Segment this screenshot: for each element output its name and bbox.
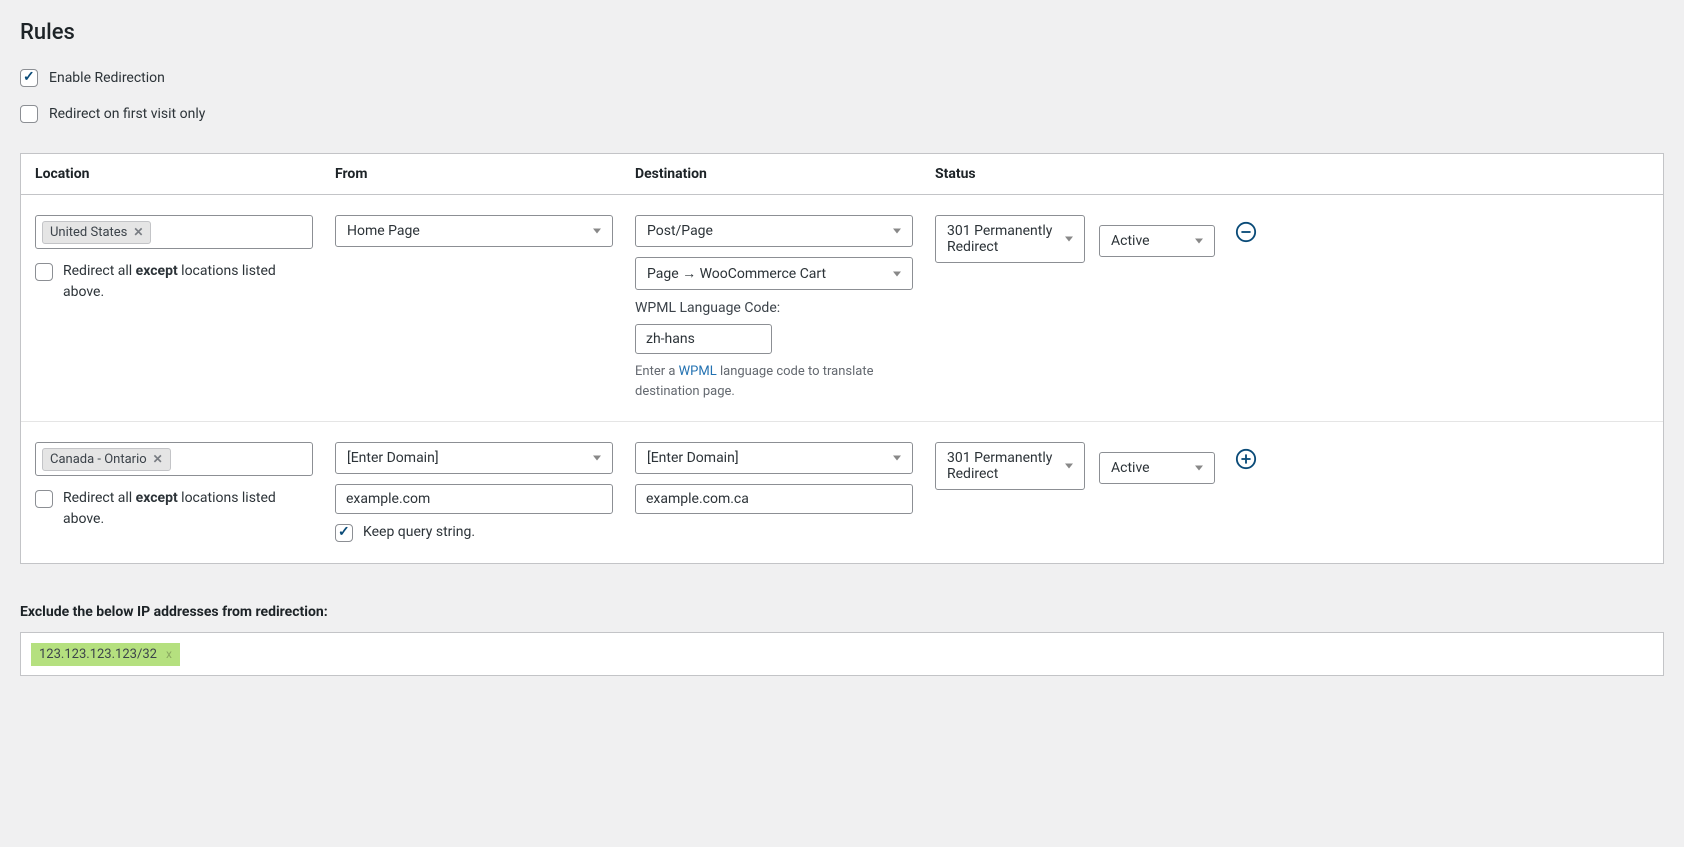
remove-tag-icon[interactable]: ✕ bbox=[133, 225, 143, 239]
minus-circle-icon bbox=[1235, 221, 1257, 243]
header-location: Location bbox=[35, 166, 335, 182]
location-tag: United States ✕ bbox=[42, 221, 151, 244]
status-select[interactable]: 301 Permanently Redirect bbox=[935, 442, 1085, 490]
exclude-ip-input[interactable]: 123.123.123.123/32 x bbox=[20, 632, 1664, 676]
remove-rule-button[interactable] bbox=[1235, 221, 1257, 243]
location-tag-input[interactable]: Canada - Ontario ✕ bbox=[35, 442, 313, 476]
keep-query-string-checkbox[interactable] bbox=[335, 524, 353, 542]
destination-select[interactable]: [Enter Domain] bbox=[635, 442, 913, 474]
rules-table: Location From Destination Status United … bbox=[20, 153, 1664, 564]
header-destination: Destination bbox=[635, 166, 935, 182]
table-header: Location From Destination Status bbox=[21, 154, 1663, 195]
destination-select[interactable]: Post/Page bbox=[635, 215, 913, 247]
status-select[interactable]: 301 Permanently Redirect bbox=[935, 215, 1085, 263]
from-select[interactable]: [Enter Domain] bbox=[335, 442, 613, 474]
wpml-link[interactable]: WPML bbox=[679, 364, 717, 379]
rule-row: Canada - Ontario ✕ Redirect all except l… bbox=[21, 421, 1663, 563]
destination-page-select[interactable]: Page → WooCommerce Cart bbox=[635, 257, 913, 290]
wpml-language-label: WPML Language Code: bbox=[635, 300, 915, 316]
location-tag: Canada - Ontario ✕ bbox=[42, 448, 171, 471]
location-tag-input[interactable]: United States ✕ bbox=[35, 215, 313, 249]
redirect-except-checkbox[interactable] bbox=[35, 490, 53, 508]
keep-query-string-label[interactable]: Keep query string. bbox=[363, 522, 475, 543]
ip-tag: 123.123.123.123/32 x bbox=[31, 643, 180, 666]
wpml-language-input[interactable] bbox=[635, 324, 772, 354]
header-status: Status bbox=[935, 166, 1235, 182]
header-from: From bbox=[335, 166, 635, 182]
wpml-description: Enter a WPML language code to translate … bbox=[635, 362, 895, 401]
page-title: Rules bbox=[20, 20, 1664, 45]
redirect-except-label[interactable]: Redirect all except locations listed abo… bbox=[63, 261, 313, 303]
active-select[interactable]: Active bbox=[1099, 452, 1215, 484]
first-visit-only-checkbox[interactable] bbox=[20, 105, 38, 123]
plus-circle-icon bbox=[1235, 448, 1257, 470]
enable-redirection-label[interactable]: Enable Redirection bbox=[49, 70, 165, 86]
exclude-ip-label: Exclude the below IP addresses from redi… bbox=[20, 604, 1664, 620]
destination-domain-input[interactable] bbox=[635, 484, 913, 514]
active-select[interactable]: Active bbox=[1099, 225, 1215, 257]
enable-redirection-checkbox[interactable] bbox=[20, 69, 38, 87]
first-visit-only-label[interactable]: Redirect on first visit only bbox=[49, 106, 205, 122]
remove-ip-icon[interactable]: x bbox=[166, 647, 172, 661]
from-domain-input[interactable] bbox=[335, 484, 613, 514]
redirect-except-checkbox[interactable] bbox=[35, 263, 53, 281]
remove-tag-icon[interactable]: ✕ bbox=[153, 452, 163, 466]
rule-row: United States ✕ Redirect all except loca… bbox=[21, 195, 1663, 421]
add-rule-button[interactable] bbox=[1235, 448, 1257, 470]
from-select[interactable]: Home Page bbox=[335, 215, 613, 247]
redirect-except-label[interactable]: Redirect all except locations listed abo… bbox=[63, 488, 313, 530]
